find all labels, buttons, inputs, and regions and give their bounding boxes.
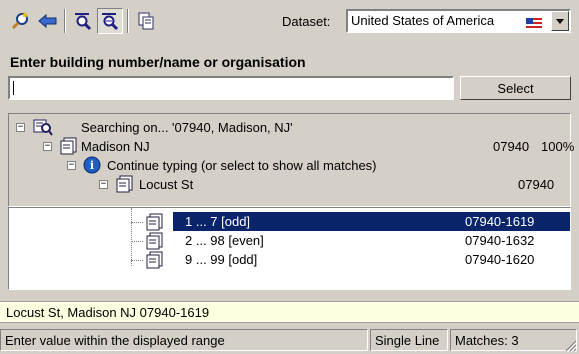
- dataset-value: United States of America: [351, 13, 495, 28]
- tree-line: [131, 260, 143, 261]
- text-caret: [13, 81, 14, 95]
- range-item-label[interactable]: 1 ... 7 [odd]: [185, 212, 250, 231]
- toolbar-separator: [127, 9, 129, 33]
- range-item-code: 07940-1632: [465, 233, 535, 248]
- document-icon: [146, 251, 163, 269]
- building-search-input[interactable]: [8, 76, 454, 100]
- status-message: Enter value within the displayed range: [5, 333, 225, 348]
- search-icon: [33, 119, 53, 136]
- info-icon: i: [83, 156, 101, 174]
- toolbar-separator: [64, 9, 66, 33]
- tree-line: [131, 222, 143, 223]
- document-icon: [60, 137, 77, 155]
- dataset-label: Dataset:: [282, 14, 331, 29]
- entry-heading: Enter building number/name or organisati…: [10, 54, 306, 70]
- collapse-toggle[interactable]: −: [67, 161, 76, 170]
- range-item-label[interactable]: 9 ... 99 [odd]: [185, 250, 257, 269]
- select-button[interactable]: Select: [460, 76, 571, 100]
- street-code: 07940: [518, 177, 555, 192]
- collapse-toggle[interactable]: −: [43, 142, 52, 151]
- range-item-code: 07940-1619: [465, 214, 535, 229]
- resize-grip-icon[interactable]: [565, 340, 577, 352]
- document-icon: [116, 175, 133, 193]
- dataset-select[interactable]: United States of America: [346, 9, 571, 33]
- status-mode: Single Line: [375, 333, 440, 348]
- search-icon[interactable]: [8, 8, 34, 34]
- status-matches: Matches: 3: [455, 333, 519, 348]
- dataset-dropdown-button[interactable]: [551, 11, 569, 31]
- locality-label[interactable]: Madison NJ: [81, 137, 150, 156]
- address-preview-text: Locust St, Madison NJ 07940-1619: [6, 305, 210, 320]
- searching-label: Searching on... '07940, Madison, NJ': [81, 120, 293, 135]
- address-preview: Locust St, Madison NJ 07940-1619: [0, 301, 579, 323]
- chevron-down-icon: [556, 18, 564, 24]
- collapse-toggle[interactable]: −: [99, 180, 108, 189]
- range-item-code: 07940-1620: [465, 252, 535, 267]
- copy-icon[interactable]: [133, 8, 159, 34]
- status-matches-panel: Matches: 3: [450, 329, 577, 351]
- document-icon: [146, 213, 163, 231]
- tree-line: [131, 208, 132, 266]
- filter-active-icon[interactable]: [97, 8, 123, 34]
- us-flag-icon: [526, 18, 542, 28]
- tree-line: [131, 241, 143, 242]
- toolbar: Dataset: United States of America: [0, 0, 579, 44]
- collapse-toggle[interactable]: −: [16, 123, 25, 132]
- range-list[interactable]: 1 ... 7 [odd] 07940-1619 2 ... 98 [even]…: [8, 207, 571, 290]
- status-bar: Enter value within the displayed range S…: [0, 327, 579, 354]
- street-label[interactable]: Locust St: [139, 175, 193, 194]
- svg-text:i: i: [90, 159, 94, 172]
- locality-code: 07940: [493, 139, 530, 154]
- results-tree-header: − Searching on... '07940, Madison, NJ' −…: [8, 113, 575, 207]
- locality-percent: 100%: [541, 139, 575, 154]
- filter-icon[interactable]: [70, 8, 96, 34]
- range-item-label[interactable]: 2 ... 98 [even]: [185, 231, 264, 250]
- hint-label: Continue typing (or select to show all m…: [107, 158, 377, 173]
- status-message-panel: Enter value within the displayed range: [0, 329, 368, 351]
- status-mode-panel: Single Line: [370, 329, 448, 351]
- document-icon: [146, 232, 163, 250]
- back-arrow-icon[interactable]: [35, 8, 61, 34]
